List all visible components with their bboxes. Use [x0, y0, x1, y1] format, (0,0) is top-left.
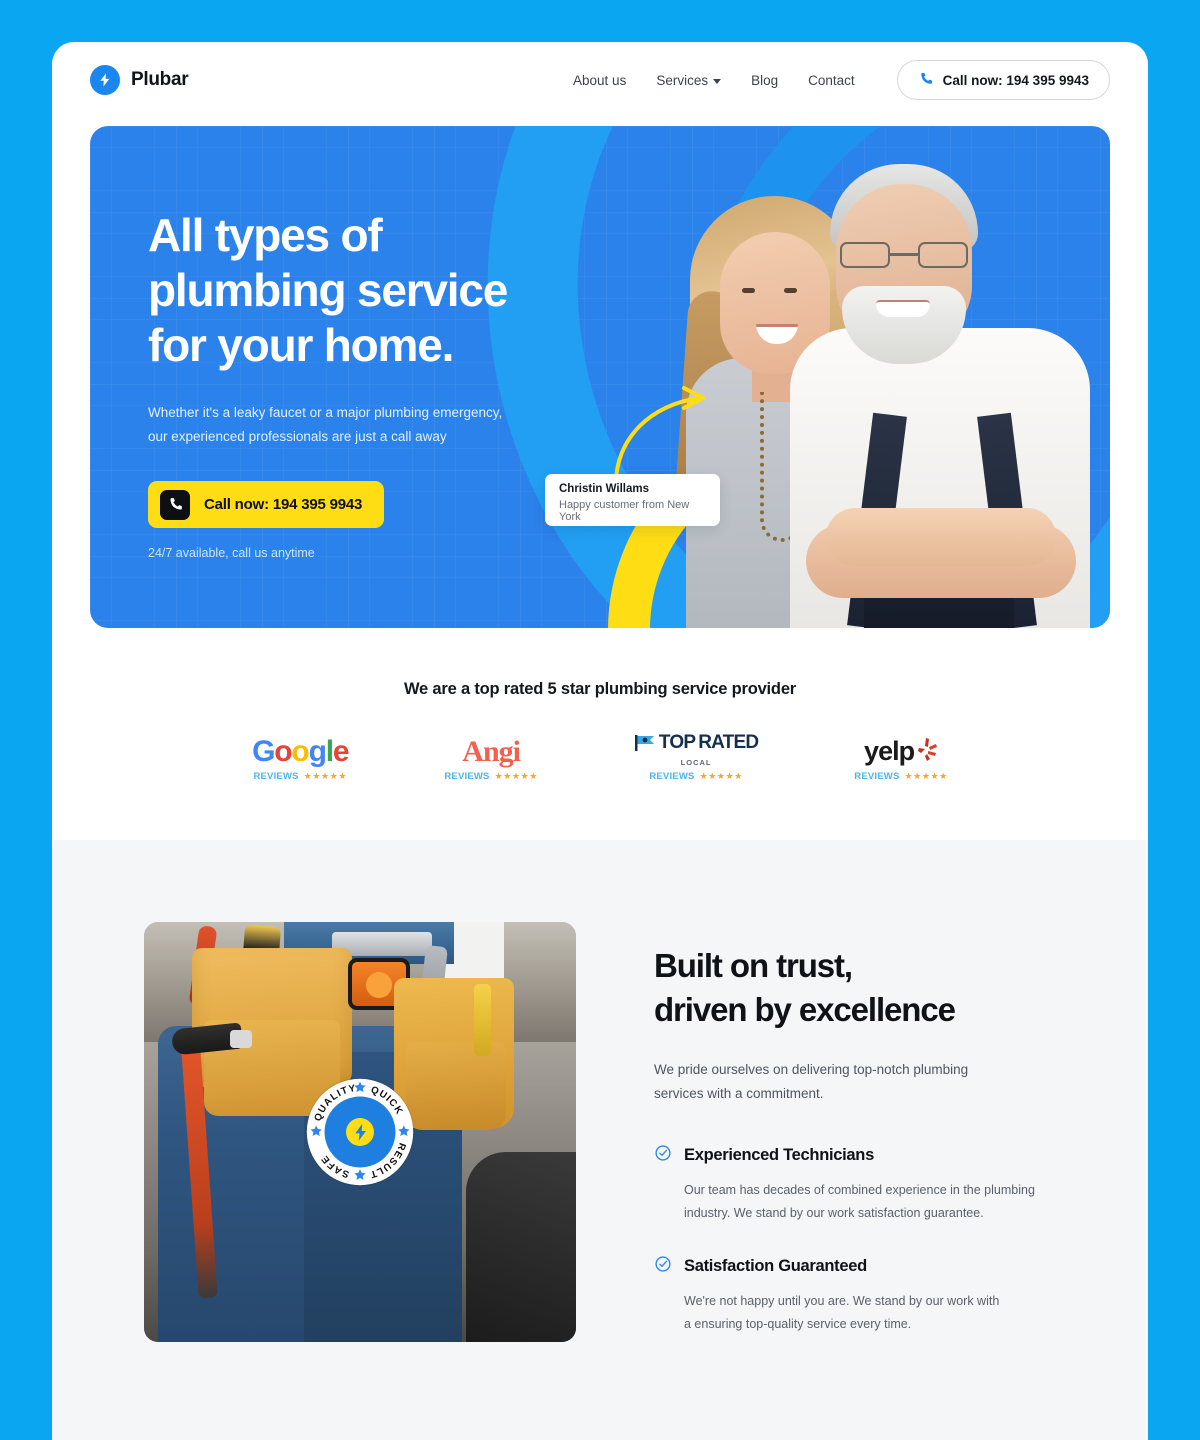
hero-title: All types of plumbing service for your h… [148, 208, 610, 373]
feature-body-line-2: a ensuring top-quality service every tim… [684, 1317, 912, 1331]
trust-lead-line-2: services with a commitment. [654, 1086, 824, 1101]
feature-title: Satisfaction Guaranteed [684, 1257, 867, 1275]
reviews-rating-line: REVIEWS ★★★★★ [253, 771, 347, 782]
trust-lead-line-1: We pride ourselves on delivering top-not… [654, 1062, 969, 1077]
testimonial-name: Christin Willams [559, 483, 649, 495]
brand-name: Plubar [131, 69, 189, 90]
hero-section: All types of plumbing service for your h… [90, 126, 1110, 628]
google-letter: o [274, 735, 292, 768]
google-letter: o [291, 735, 309, 768]
google-letter: g [308, 735, 327, 768]
hero-call-now-button[interactable]: Call now: 194 395 9943 [148, 481, 385, 528]
trust-lead-paragraph: We pride ourselves on delivering top-not… [654, 1058, 1004, 1106]
star-rating-icon: ★★★★★ [699, 771, 743, 781]
testimonial-role: Happy customer from New York [559, 499, 690, 523]
header-call-now-button[interactable]: Call now: 194 395 9943 [896, 60, 1110, 100]
google-letter: l [325, 735, 334, 768]
hero-person-plumber [772, 158, 1102, 628]
google-letter: e [332, 735, 350, 768]
review-provider-angi[interactable]: Angi REVIEWS ★★★★★ [444, 735, 538, 783]
hero-call-now-label: Call now: 194 395 9943 [204, 496, 363, 513]
yelp-burst-icon [916, 736, 938, 767]
nav-item-contact[interactable]: Contact [808, 73, 855, 88]
hero-testimonial-card: Christin Willams Happy customer from New… [545, 474, 720, 526]
feature-title: Experienced Technicians [684, 1146, 874, 1164]
tool-belt-photo: QUALITY QUICK RESULT SAFE [144, 922, 576, 1342]
hero-title-line-2: plumbing service [148, 264, 508, 316]
review-provider-top-rated-local[interactable]: TOP RATED LOCAL REVIEWS ★★★★★ [634, 732, 759, 782]
top-rated-logo: TOP RATED [634, 732, 759, 753]
feature-body: We're not happy until you are. We stand … [684, 1290, 1035, 1336]
feature-heading: Satisfaction Guaranteed [654, 1255, 1035, 1278]
top-rated-word-1: TOP [658, 732, 696, 753]
nav-label: Contact [808, 72, 855, 88]
trust-title-line-2: driven by excellence [654, 991, 956, 1028]
review-provider-yelp[interactable]: yelp REVIEWS ★★★★★ [854, 736, 948, 783]
phone-icon [160, 489, 190, 520]
reviews-heading: We are a top rated 5 star plumbing servi… [403, 680, 797, 698]
brand-logo[interactable]: Plubar [90, 65, 189, 95]
main-navigation: About us Services Blog Contact Call now:… [573, 60, 1110, 100]
reviews-label: REVIEWS [444, 771, 490, 782]
trust-copy: Built on trust, driven by excellence We … [654, 922, 1035, 1342]
reviews-label: REVIEWS [649, 771, 695, 782]
trust-title: Built on trust, driven by excellence [654, 944, 1035, 1032]
quality-badge: QUALITY QUICK RESULT SAFE [305, 1077, 415, 1187]
trust-title-line-1: Built on trust, [654, 947, 853, 984]
top-rated-local-label: LOCAL [680, 758, 712, 767]
nav-item-about-us[interactable]: About us [573, 73, 626, 88]
nav-label: Services [656, 72, 709, 88]
hero-subtitle-line-1: Whether it's a leaky faucet or a major p… [148, 405, 503, 420]
reviews-label: REVIEWS [253, 771, 299, 782]
hero-title-line-1: All types of [148, 209, 383, 261]
hero-copy: All types of plumbing service for your h… [90, 126, 610, 560]
feature-body-line-1: We're not happy until you are. We stand … [684, 1294, 1000, 1308]
reviews-rating-line: REVIEWS ★★★★★ [854, 771, 948, 782]
yelp-wordmark: yelp [864, 736, 915, 766]
hero-photo [590, 126, 1110, 628]
feature-body-line-2: industry. We stand by our work satisfact… [684, 1206, 984, 1220]
header-call-now-label: Call now: 194 395 9943 [942, 72, 1089, 88]
star-rating-icon: ★★★★★ [303, 771, 348, 781]
google-logo: Google [252, 735, 350, 768]
chevron-down-icon [713, 78, 722, 84]
site-header: Plubar About us Services Blog Contact Ca… [52, 42, 1148, 118]
hero-availability-note: 24/7 available, call us anytime [148, 546, 315, 560]
trust-section: QUALITY QUICK RESULT SAFE Built on trust… [52, 840, 1148, 1440]
nav-item-blog[interactable]: Blog [751, 73, 778, 88]
check-circle-icon [654, 1255, 672, 1278]
top-rated-word-2: RATED [698, 732, 759, 753]
reviews-label: REVIEWS [854, 771, 900, 782]
review-provider-google[interactable]: Google REVIEWS ★★★★★ [252, 735, 350, 783]
review-logos: Google REVIEWS ★★★★★ Angi REVIEWS ★★★★★ [52, 733, 1148, 782]
hero-subtitle: Whether it's a leaky faucet or a major p… [148, 401, 548, 449]
feature-body-line-1: Our team has decades of combined experie… [684, 1183, 1035, 1197]
reviews-section: We are a top rated 5 star plumbing servi… [52, 628, 1148, 840]
check-circle-icon [654, 1144, 672, 1167]
reviews-rating-line: REVIEWS ★★★★★ [444, 771, 538, 782]
phone-icon [918, 71, 934, 90]
page-container: Plubar About us Services Blog Contact Ca… [52, 42, 1148, 1440]
lightning-bolt-icon [90, 65, 120, 95]
star-rating-icon: ★★★★★ [494, 771, 538, 781]
hero-subtitle-line-2: our experienced professionals are just a… [148, 429, 447, 444]
star-rating-icon: ★★★★★ [904, 771, 948, 781]
nav-item-services[interactable]: Services [656, 72, 722, 88]
feature-heading: Experienced Technicians [654, 1144, 1035, 1167]
nav-label: Blog [751, 72, 779, 88]
flag-icon [634, 734, 656, 752]
hero-title-line-3: for your home. [148, 319, 454, 371]
feature-satisfaction-guaranteed: Satisfaction Guaranteed We're not happy … [654, 1255, 1035, 1336]
nav-label: About us [573, 72, 627, 88]
google-letter: G [252, 735, 275, 768]
feature-experienced-technicians: Experienced Technicians Our team has dec… [654, 1144, 1035, 1225]
angi-logo: Angi [462, 735, 521, 768]
feature-body: Our team has decades of combined experie… [684, 1179, 1035, 1225]
yelp-logo: yelp [864, 736, 938, 767]
reviews-rating-line: REVIEWS ★★★★★ [649, 771, 743, 782]
